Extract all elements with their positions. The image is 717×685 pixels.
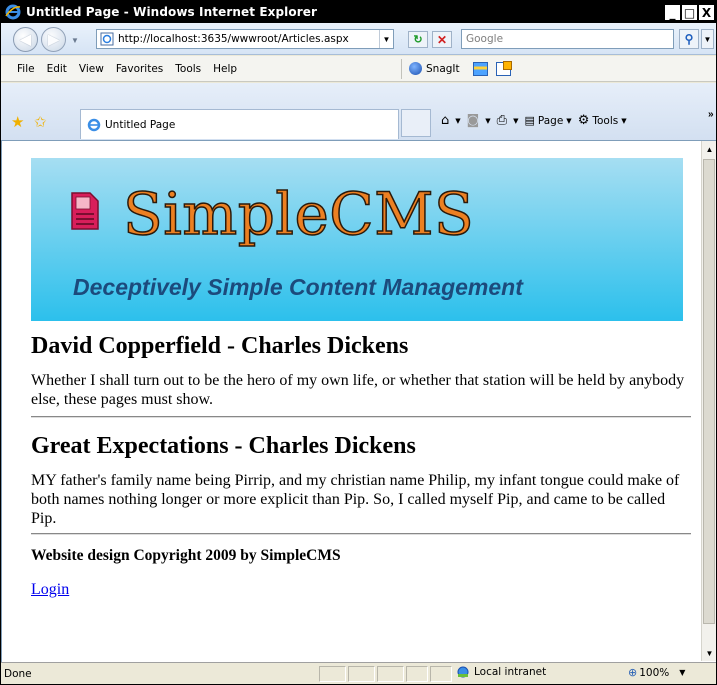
menu-help[interactable]: Help: [207, 63, 243, 75]
menu-edit[interactable]: Edit: [41, 63, 73, 75]
command-bar: ⌂ ▼ ◙ ▼ ⎙ ▼ ▤ Page ▼ ⚙ Tools ▼: [441, 113, 633, 128]
chevron-down-icon: ▼: [566, 116, 572, 125]
printer-icon: ⎙: [496, 113, 508, 128]
chevron-down-icon: ▼: [679, 668, 686, 677]
chevron-down-icon: ▼: [455, 116, 461, 125]
ie-page-icon: [87, 118, 101, 131]
gear-icon: ⚙: [577, 113, 590, 128]
article-divider: [31, 416, 691, 418]
page-menu-label: Page: [537, 114, 564, 127]
scroll-down-button[interactable]: ▼: [702, 645, 717, 661]
page-menu-button[interactable]: ▤ Page ▼: [524, 114, 571, 127]
close-button[interactable]: X: [698, 4, 715, 21]
tools-menu-label: Tools: [592, 114, 619, 127]
menu-view[interactable]: View: [73, 63, 110, 75]
maximize-button[interactable]: □: [681, 4, 698, 21]
zoom-icon: ⊕: [628, 666, 638, 679]
status-panel: [348, 666, 375, 682]
new-tab-button[interactable]: [401, 109, 431, 137]
forward-arrow-icon: ▶: [48, 31, 59, 47]
menubar-divider: [401, 59, 402, 79]
search-placeholder: Google: [466, 33, 504, 45]
snagit-button[interactable]: SnagIt: [409, 62, 460, 75]
minimize-button[interactable]: _: [664, 4, 681, 21]
page-content: SimpleCMS Deceptively Simple Content Man…: [31, 158, 691, 599]
footer-divider: [31, 533, 691, 535]
page-viewport: SimpleCMS Deceptively Simple Content Man…: [1, 140, 716, 662]
zoom-level: 100%: [639, 666, 670, 679]
stop-button[interactable]: ✕: [432, 31, 452, 48]
refresh-button[interactable]: ↻: [408, 31, 428, 48]
tab-untitled-page[interactable]: Untitled Page: [80, 109, 399, 139]
article-body: Whether I shall turn out to be the hero …: [31, 372, 685, 408]
forward-button[interactable]: ▶: [41, 27, 66, 52]
status-panel: [406, 666, 428, 682]
menu-favorites[interactable]: Favorites: [110, 63, 169, 75]
stop-icon: ✕: [436, 32, 448, 47]
chevron-down-icon: ▼: [485, 116, 491, 125]
banner-tagline: Deceptively Simple Content Management: [73, 274, 523, 300]
search-options-dropdown[interactable]: ▼: [701, 29, 714, 49]
security-zone[interactable]: Local intranet: [456, 666, 546, 678]
zoom-control[interactable]: ⊕ 100% ▼: [628, 666, 685, 679]
favorites-center-icon[interactable]: ★: [11, 113, 24, 131]
status-panel: [430, 666, 452, 682]
chevron-down-icon: ▼: [621, 116, 627, 125]
window-title: Untitled Page - Windows Internet Explore…: [26, 5, 318, 19]
address-dropdown-button[interactable]: ▼: [379, 30, 393, 48]
ie-logo-icon: [5, 4, 21, 20]
home-icon: ⌂: [441, 113, 450, 128]
vertical-scrollbar[interactable]: ▲ ▼: [701, 141, 716, 661]
address-bar-row: ◀ ▶ ▼ http://localhost:3635/wwwroot/Arti…: [1, 23, 716, 55]
search-icon: ⚲: [684, 32, 694, 46]
scroll-thumb[interactable]: [703, 159, 715, 624]
print-button[interactable]: ⎙ ▼: [497, 113, 519, 128]
address-url: http://localhost:3635/wwwroot/Articles.a…: [118, 33, 349, 45]
document-logo-icon: [71, 192, 99, 230]
snagit-icon: [409, 62, 422, 75]
search-input[interactable]: Google: [461, 29, 674, 49]
login-link[interactable]: Login: [31, 581, 69, 598]
more-commands-icon[interactable]: »: [708, 109, 714, 120]
rss-icon: ◙: [466, 113, 480, 128]
article-title: David Copperfield - Charles Dickens: [31, 333, 409, 359]
tab-label: Untitled Page: [105, 118, 176, 131]
tools-menu-button[interactable]: ⚙ Tools ▼: [578, 113, 627, 128]
back-arrow-icon: ◀: [20, 31, 31, 47]
status-text: Done: [4, 667, 32, 680]
page-icon: [100, 32, 114, 46]
site-banner: SimpleCMS Deceptively Simple Content Man…: [31, 158, 683, 321]
article-body: MY father's family name being Pirrip, an…: [31, 472, 680, 527]
intranet-icon: [457, 666, 469, 678]
snagit-label: SnagIt: [426, 62, 460, 75]
copyright-text: Website design Copyright 2009 by SimpleC…: [31, 547, 341, 564]
browser-window: Untitled Page - Windows Internet Explore…: [0, 0, 717, 685]
refresh-icon: ↻: [413, 34, 423, 46]
status-bar: Done Local intranet ⊕ 100% ▼: [1, 662, 716, 684]
status-panel: [377, 666, 404, 682]
menu-tools[interactable]: Tools: [169, 63, 207, 75]
home-button[interactable]: ⌂ ▼: [441, 113, 461, 128]
window-controls: _ □ X: [664, 4, 715, 21]
tab-bar: ★ ✩ Untitled Page ⌂ ▼ ◙ ▼ ⎙ ▼ ▤ Page ▼ ⚙ Tools…: [1, 83, 716, 140]
title-bar: Untitled Page - Windows Internet Explore…: [1, 1, 716, 23]
feeds-button[interactable]: ◙ ▼: [467, 113, 491, 128]
menu-bar: File Edit View Favorites Tools Help Snag…: [1, 56, 716, 82]
snagit-capture-icon[interactable]: [473, 62, 488, 76]
banner-title: SimpleCMS: [122, 179, 475, 249]
snagit-editor-icon[interactable]: [496, 61, 512, 76]
status-panel: [319, 666, 346, 682]
chevron-down-icon: ▼: [513, 116, 519, 125]
security-zone-label: Local intranet: [474, 666, 547, 678]
address-field[interactable]: http://localhost:3635/wwwroot/Articles.a…: [96, 29, 394, 49]
scroll-up-button[interactable]: ▲: [702, 141, 717, 157]
search-button[interactable]: ⚲: [679, 29, 699, 49]
page-icon: ▤: [524, 114, 535, 127]
menu-file[interactable]: File: [1, 63, 41, 75]
recent-pages-dropdown[interactable]: ▼: [71, 36, 79, 45]
add-favorite-icon[interactable]: ✩: [34, 113, 47, 131]
article-title: Great Expectations - Charles Dickens: [31, 433, 416, 459]
back-button[interactable]: ◀: [13, 27, 38, 52]
